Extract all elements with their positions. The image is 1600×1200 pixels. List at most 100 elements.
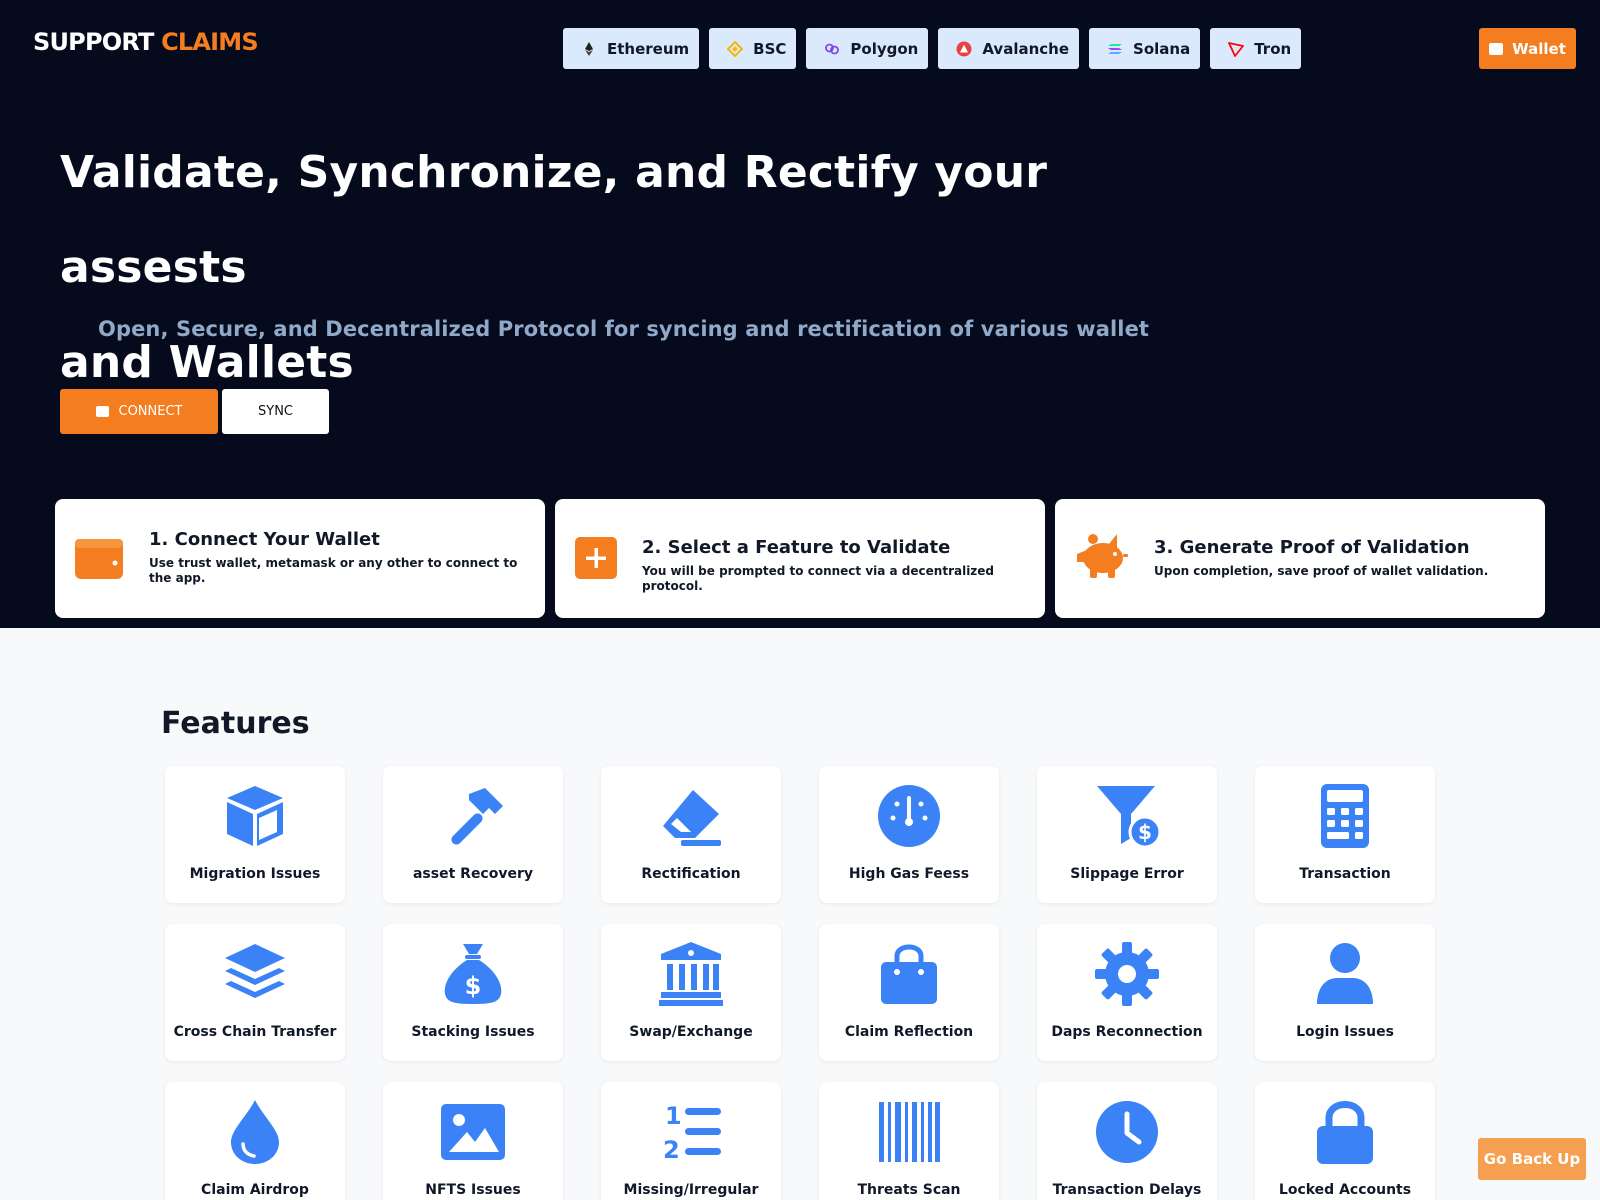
feature-card-high-gas-fees[interactable]: High Gas Feess	[819, 766, 999, 903]
feature-card-nfts-issues[interactable]: NFTS Issues	[383, 1082, 563, 1200]
feature-card-transaction-delays[interactable]: Transaction Delays	[1037, 1082, 1217, 1200]
chain-button-polygon[interactable]: Polygon	[806, 28, 929, 69]
connect-button[interactable]: CONNECT	[60, 389, 218, 434]
svg-text:1: 1	[665, 1102, 682, 1130]
feature-label: Daps Reconnection	[1051, 1024, 1203, 1040]
go-back-up-button[interactable]: Go Back Up	[1478, 1138, 1586, 1180]
barcode-icon	[879, 1102, 940, 1162]
go-back-up-label: Go Back Up	[1483, 1150, 1581, 1168]
gear-icon	[1095, 942, 1159, 1006]
feature-card-cross-chain-transfer[interactable]: Cross Chain Transfer	[165, 924, 345, 1061]
funnel-dollar-icon: $	[1097, 786, 1159, 848]
user-icon	[1317, 943, 1373, 1004]
svg-text:$: $	[1138, 820, 1152, 844]
brand-logo[interactable]: SUPPORT CLAIMS	[33, 28, 259, 56]
eraser-icon	[663, 790, 721, 846]
step-title: 2. Select a Feature to Validate	[642, 537, 951, 558]
chain-button-ethereum[interactable]: Ethereum	[563, 28, 700, 69]
feature-label: Missing/Irregular	[623, 1182, 759, 1198]
headline-line-1: Validate, Synchronize, and Rectify your …	[60, 147, 1048, 293]
money-bag-icon: $	[444, 944, 502, 1004]
chain-button-tron[interactable]: Tron	[1210, 28, 1302, 69]
features-grid: Migration Issues asset Recovery Rectific…	[165, 766, 1435, 1200]
sync-button[interactable]: SYNC	[222, 389, 329, 434]
feature-label: Threats Scan	[857, 1182, 961, 1198]
feature-card-claim-airdrop[interactable]: Claim Airdrop	[165, 1082, 345, 1200]
feature-card-transaction[interactable]: Transaction	[1255, 766, 1435, 903]
chain-label: Solana	[1133, 39, 1191, 58]
brand-word-support: SUPPORT	[33, 28, 154, 56]
wallet-icon	[95, 406, 109, 417]
polygon-icon	[824, 41, 840, 57]
chain-label: Polygon	[850, 39, 919, 58]
feature-card-rectification[interactable]: Rectification	[601, 766, 781, 903]
gauge-icon	[878, 785, 940, 847]
feature-card-locked-accounts[interactable]: Locked Accounts	[1255, 1082, 1435, 1200]
wallet-button-label: Wallet	[1512, 39, 1566, 58]
page-headline: Validate, Synchronize, and Rectify your …	[60, 125, 1160, 410]
feature-card-migration-issues[interactable]: Migration Issues	[165, 766, 345, 903]
solana-icon	[1107, 41, 1123, 57]
step-description: Upon completion, save proof of wallet va…	[1154, 564, 1489, 578]
steps-row: 1. Connect Your Wallet Use trust wallet,…	[55, 499, 1545, 618]
chain-button-bsc[interactable]: BSC	[709, 28, 797, 69]
hero-section: SUPPORT CLAIMS Ethereum BSC Polygon Aval…	[0, 0, 1600, 628]
tron-icon	[1228, 41, 1245, 57]
sync-button-label: SYNC	[258, 404, 293, 419]
feature-label: Swap/Exchange	[629, 1024, 753, 1040]
lock-icon	[1317, 1101, 1373, 1164]
feature-label: Migration Issues	[189, 866, 321, 882]
step-card-proof: 3. Generate Proof of Validation Upon com…	[1055, 499, 1545, 618]
shopping-bag-icon	[881, 944, 937, 1004]
features-heading: Features	[161, 706, 310, 741]
ethereum-icon	[581, 41, 597, 57]
feature-label: Cross Chain Transfer	[173, 1024, 337, 1040]
avalanche-icon	[956, 41, 972, 57]
chain-label: Ethereum	[607, 39, 690, 58]
feature-label: Transaction	[1299, 866, 1391, 882]
clock-icon	[1096, 1101, 1158, 1163]
feature-label: NFTS Issues	[425, 1182, 521, 1198]
step-description: Use trust wallet, metamask or any other …	[149, 556, 518, 585]
chain-label: Tron	[1254, 39, 1292, 58]
step-title: 3. Generate Proof of Validation	[1154, 537, 1470, 558]
feature-card-daps-reconnection[interactable]: Daps Reconnection	[1037, 924, 1217, 1061]
step-title: 1. Connect Your Wallet	[149, 529, 380, 550]
step-card-connect: 1. Connect Your Wallet Use trust wallet,…	[55, 499, 545, 618]
hero-subtitle: Open, Secure, and Decentralized Protocol…	[98, 317, 1150, 341]
chain-label: Avalanche	[982, 39, 1070, 58]
feature-label: Login Issues	[1296, 1024, 1394, 1040]
wallet-icon	[1489, 42, 1504, 55]
feature-card-swap-exchange[interactable]: Swap/Exchange	[601, 924, 781, 1061]
feature-card-stacking-issues[interactable]: $ Stacking Issues	[383, 924, 563, 1061]
feature-label: Rectification	[641, 866, 741, 882]
droplet-icon	[231, 1100, 279, 1164]
list-ol-icon: 12	[663, 1102, 721, 1164]
feature-label: Claim Reflection	[844, 1024, 974, 1040]
feature-label: Transaction Delays	[1052, 1182, 1202, 1198]
feature-card-claim-reflection[interactable]: Claim Reflection	[819, 924, 999, 1061]
feature-label: asset Recovery	[412, 866, 534, 882]
layers-icon	[225, 944, 285, 998]
image-icon	[441, 1104, 505, 1160]
feature-card-asset-recovery[interactable]: asset Recovery	[383, 766, 563, 903]
feature-card-threats-scan[interactable]: Threats Scan	[819, 1082, 999, 1200]
step-card-select: 2. Select a Feature to Validate You will…	[555, 499, 1045, 618]
feature-label: Slippage Error	[1070, 866, 1184, 882]
svg-text:$: $	[465, 972, 482, 1000]
brand-word-claims: CLAIMS	[161, 28, 259, 56]
chain-button-solana[interactable]: Solana	[1089, 28, 1201, 69]
hammer-icon	[451, 788, 503, 845]
feature-card-login-issues[interactable]: Login Issues	[1255, 924, 1435, 1061]
svg-text:2: 2	[663, 1136, 680, 1164]
feature-label: High Gas Feess	[848, 866, 970, 882]
feature-card-slippage-error[interactable]: $ Slippage Error	[1037, 766, 1217, 903]
chain-button-avalanche[interactable]: Avalanche	[938, 28, 1080, 69]
calculator-icon	[1321, 784, 1369, 848]
bank-icon	[659, 942, 723, 1006]
wallet-icon	[75, 537, 123, 583]
cube-icon	[227, 786, 283, 846]
step-description: You will be prompted to connect via a de…	[642, 564, 995, 593]
wallet-button[interactable]: Wallet	[1479, 28, 1576, 69]
feature-card-missing-irregular[interactable]: 12 Missing/Irregular	[601, 1082, 781, 1200]
